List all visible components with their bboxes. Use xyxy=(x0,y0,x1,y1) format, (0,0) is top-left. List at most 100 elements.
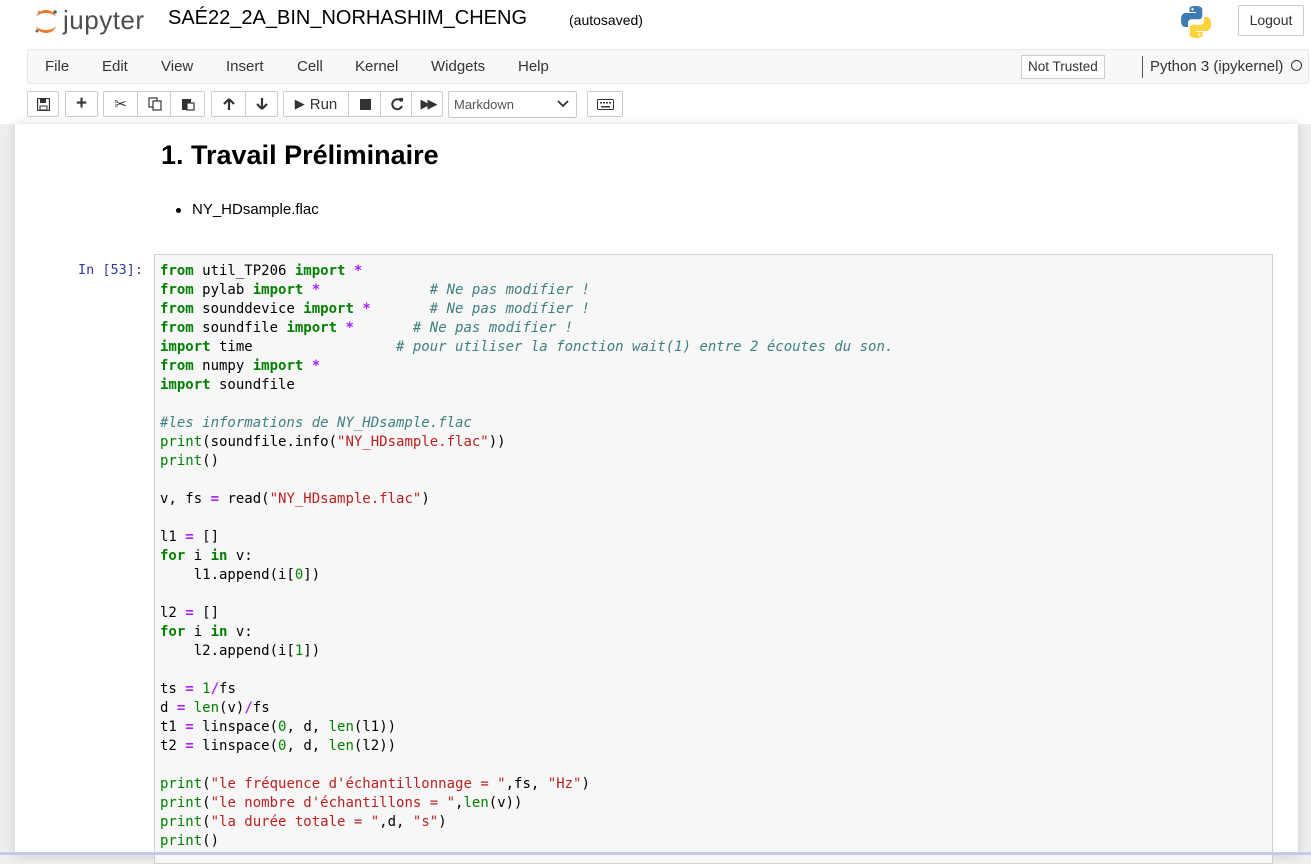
code-token: import xyxy=(252,358,304,374)
code-token: # pour utiliser la fonction wait(1) entr… xyxy=(396,339,894,355)
code-token: )) xyxy=(488,434,506,450)
cell-type-value: Markdown xyxy=(454,97,514,112)
code-token: # Ne pas modifier ! xyxy=(412,320,574,336)
code-token: v: xyxy=(227,624,253,640)
code-token: linspace( xyxy=(193,738,279,754)
code-token: = xyxy=(185,738,194,754)
menu-file[interactable]: File xyxy=(45,58,69,75)
trust-indicator[interactable]: Not Trusted xyxy=(1021,55,1105,79)
code-token: from xyxy=(160,263,194,279)
code-token: #les informations de NY_HDsample.flac xyxy=(160,415,472,431)
code-token: # Ne pas modifier ! xyxy=(429,282,590,298)
code-token: import xyxy=(252,282,304,298)
code-line: print("le nombre d'échantillons = ",len(… xyxy=(160,794,522,813)
arrow-up-icon xyxy=(222,98,235,110)
code-line: l2 = [] xyxy=(160,604,219,623)
menu-help[interactable]: Help xyxy=(518,58,549,75)
code-token: * xyxy=(345,320,354,336)
code-token: , d, xyxy=(286,738,329,754)
code-line: print() xyxy=(160,452,219,471)
code-token: = xyxy=(185,529,194,545)
cut-button[interactable]: ✂ xyxy=(104,92,137,116)
kernel-separator xyxy=(1142,56,1143,78)
code-token: , d, xyxy=(286,719,329,735)
code-token: print xyxy=(160,795,203,811)
code-token: t1 xyxy=(160,719,186,735)
code-line: import time # pour utiliser la fonction … xyxy=(160,338,893,357)
code-cell-input[interactable]: from util_TP206 import * from pylab impor… xyxy=(154,254,1273,864)
code-token: ( xyxy=(202,776,211,792)
code-token: "la durée totale = " xyxy=(210,814,380,830)
code-token: import xyxy=(160,377,211,393)
code-token: ,fs, xyxy=(505,776,548,792)
code-line: ts = 1/fs xyxy=(160,680,236,699)
code-line: from soundfile import * # Ne pas modifie… xyxy=(160,319,573,338)
menu-view[interactable]: View xyxy=(161,58,193,75)
keyboard-icon xyxy=(596,98,614,110)
copy-button[interactable] xyxy=(137,92,171,116)
code-token: for xyxy=(160,548,186,564)
code-token: "s" xyxy=(412,814,439,830)
restart-button[interactable] xyxy=(380,92,412,116)
notebook-name[interactable]: SAÉ22_2A_BIN_NORHASHIM_CHENG xyxy=(168,7,527,30)
code-line: print("le fréquence d'échantillonnage = … xyxy=(160,775,590,794)
command-palette-button[interactable] xyxy=(588,92,622,116)
code-token: v: xyxy=(227,548,253,564)
code-token: ts xyxy=(160,681,186,697)
restart-run-all-button[interactable]: ▶▶ xyxy=(411,92,443,116)
code-token: print xyxy=(160,434,203,450)
code-line: l1.append(i[0]) xyxy=(160,566,320,585)
code-line: #les informations de NY_HDsample.flac xyxy=(160,414,472,433)
kernel-name[interactable]: Python 3 (ipykernel) xyxy=(1150,58,1283,75)
code-token: t2 xyxy=(160,738,186,754)
code-token: ( xyxy=(202,814,211,830)
code-token: l1.append(i[ xyxy=(160,567,295,583)
code-line: d = len(v)/fs xyxy=(160,699,270,718)
code-line: l1 = [] xyxy=(160,528,219,547)
code-token: (l2)) xyxy=(353,738,397,754)
save-button[interactable] xyxy=(28,92,58,116)
code-line: from numpy import * xyxy=(160,357,320,376)
menu-edit[interactable]: Edit xyxy=(102,58,128,75)
code-token: import xyxy=(303,301,354,317)
toolbar-group-insert: + xyxy=(65,91,98,117)
code-token: l2.append(i[ xyxy=(160,643,295,659)
cell-type-select[interactable]: Markdown xyxy=(448,91,577,118)
code-token: import xyxy=(160,339,211,355)
paste-button[interactable] xyxy=(170,92,205,116)
code-token: soundfile xyxy=(193,320,287,336)
code-token: (soundfile.info( xyxy=(202,434,338,450)
menu-cell[interactable]: Cell xyxy=(297,58,323,75)
code-token: l2 xyxy=(160,605,186,621)
menu-insert[interactable]: Insert xyxy=(226,58,264,75)
jupyter-logo-icon xyxy=(35,10,57,33)
menu-kernel[interactable]: Kernel xyxy=(355,58,398,75)
logout-button[interactable]: Logout xyxy=(1238,5,1304,36)
jupyter-logo[interactable]: jupyter xyxy=(31,5,156,36)
code-token: ]) xyxy=(303,567,321,583)
code-token: ) xyxy=(421,491,430,507)
toolbar-group-move xyxy=(211,91,278,117)
code-token: * xyxy=(353,263,363,279)
code-token: soundfile xyxy=(210,377,295,393)
menubar: File Edit View Insert Cell Kernel Widget… xyxy=(27,49,1309,84)
move-down-button[interactable] xyxy=(245,92,278,116)
scissors-icon: ✂ xyxy=(114,96,127,113)
run-label: Run xyxy=(309,95,338,113)
move-up-button[interactable] xyxy=(212,92,245,116)
code-token: from xyxy=(160,301,194,317)
plus-icon: + xyxy=(75,93,88,114)
run-button[interactable]: ▶ Run xyxy=(284,92,348,116)
menu-widgets[interactable]: Widgets xyxy=(431,58,485,75)
code-token: = xyxy=(210,491,220,507)
code-token: fs xyxy=(252,700,270,716)
interrupt-button[interactable] xyxy=(348,92,381,116)
code-token: numpy xyxy=(193,358,253,374)
header: jupyter SAÉ22_2A_BIN_NORHASHIM_CHENG (au… xyxy=(0,0,1311,124)
code-token: ( xyxy=(202,795,211,811)
insert-cell-button[interactable]: + xyxy=(66,92,97,116)
